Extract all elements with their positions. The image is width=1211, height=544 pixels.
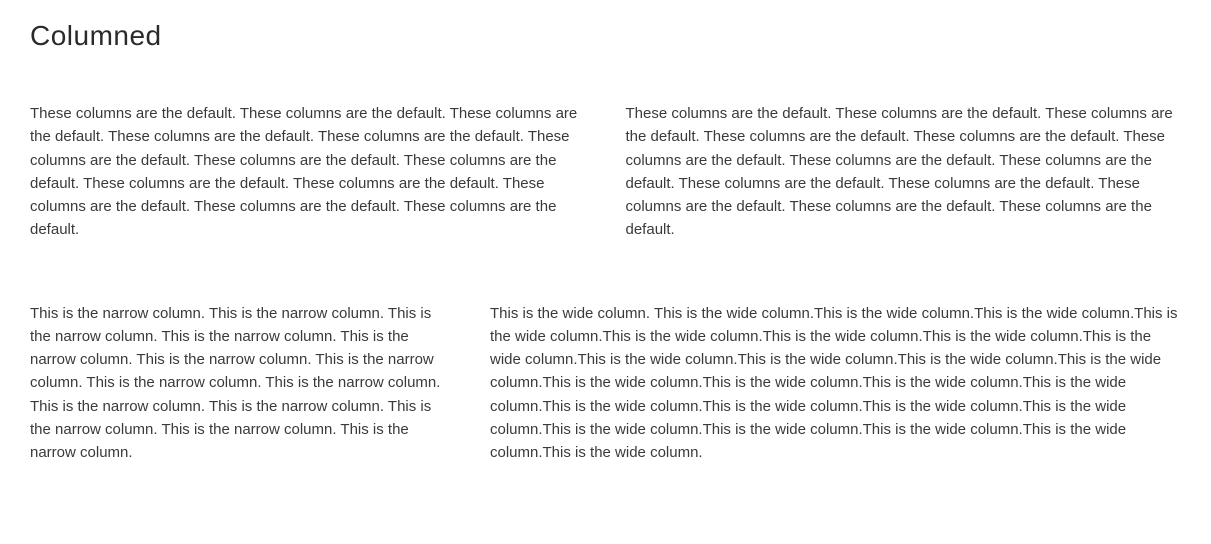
wide-column-text: This is the wide column. This is the wid… <box>490 302 1181 465</box>
narrow-column-text: This is the narrow column. This is the n… <box>30 302 450 465</box>
row-default-columns: These columns are the default. These col… <box>30 102 1181 242</box>
default-column-right-text: These columns are the default. These col… <box>626 102 1182 242</box>
default-column-left-text: These columns are the default. These col… <box>30 102 586 242</box>
default-column-right: These columns are the default. These col… <box>626 102 1182 242</box>
default-column-left: These columns are the default. These col… <box>30 102 586 242</box>
row-narrow-wide-columns: This is the narrow column. This is the n… <box>30 302 1181 465</box>
narrow-column: This is the narrow column. This is the n… <box>30 302 450 465</box>
wide-column: This is the wide column. This is the wid… <box>490 302 1181 465</box>
page-heading: Columned <box>30 20 1181 52</box>
